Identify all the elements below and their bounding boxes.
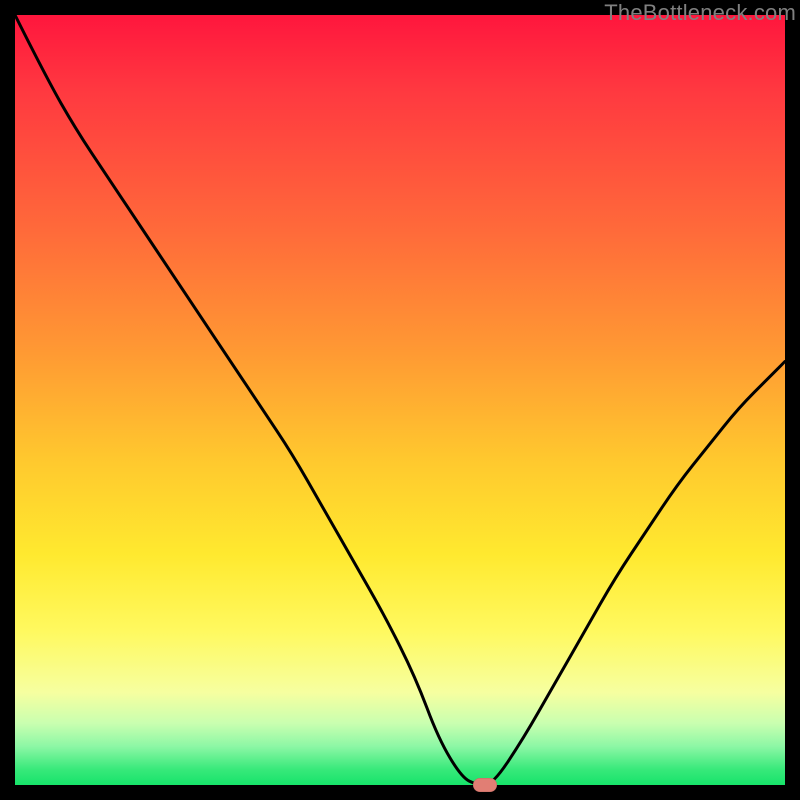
plot-area [15, 15, 785, 785]
chart-frame: TheBottleneck.com [0, 0, 800, 800]
attribution-text: TheBottleneck.com [604, 0, 796, 26]
bottleneck-curve [15, 15, 785, 785]
optimum-marker [473, 778, 497, 792]
